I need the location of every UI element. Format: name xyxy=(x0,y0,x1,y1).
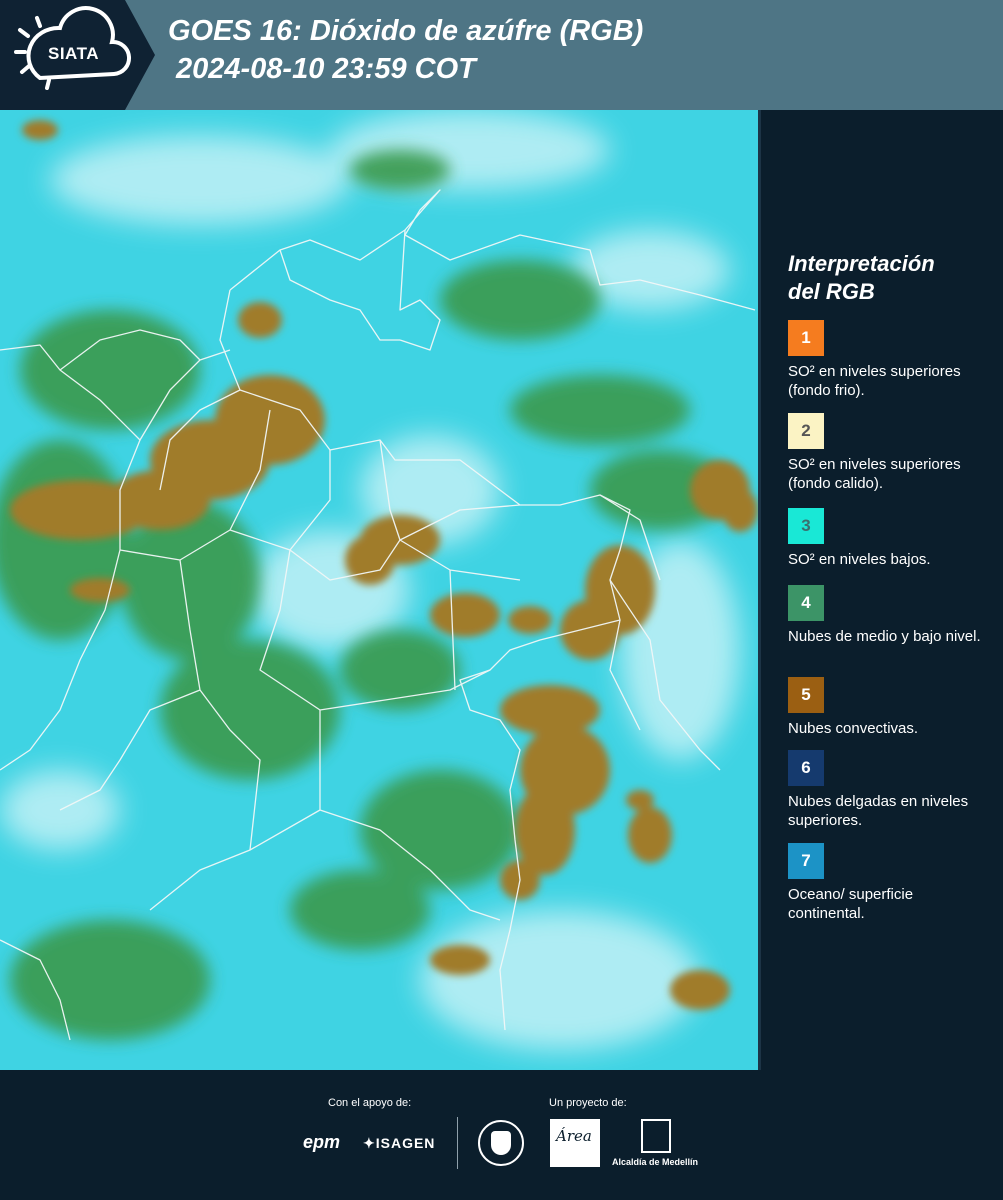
legend-swatch: 2 xyxy=(788,413,824,449)
legend-swatch: 1 xyxy=(788,320,824,356)
satellite-map[interactable] xyxy=(0,110,758,1070)
legend-swatch: 3 xyxy=(788,508,824,544)
legend-item-4: 4 Nubes de medio y bajo nivel. xyxy=(788,585,988,646)
alcaldia-crest-icon xyxy=(641,1119,671,1153)
legend-swatch: 4 xyxy=(788,585,824,621)
support-label: Con el apoyo de: xyxy=(328,1097,412,1109)
legend-swatch: 6 xyxy=(788,750,824,786)
isagen-icon: ✦ xyxy=(363,1135,376,1151)
legend-title-line-1: Interpretación xyxy=(788,251,935,276)
legend-description: SO² en niveles superiores (fondo calido)… xyxy=(788,456,961,492)
legend-description: SO² en niveles bajos. xyxy=(788,551,931,568)
legend-item-5: 5 Nubes convectivas. xyxy=(788,677,988,738)
area-logo-mark: Área xyxy=(556,1127,592,1145)
legend-item-7: 7 Oceano/ superficie continental. xyxy=(788,843,988,923)
legend-description: SO² en niveles superiores (fondo frio). xyxy=(788,363,961,399)
legend-swatch: 5 xyxy=(788,677,824,713)
epm-logo: epm xyxy=(303,1132,341,1152)
legend-description: Nubes de medio y bajo nivel. xyxy=(788,628,981,645)
header: SIATA GOES 16: Dióxido de azúfre (RGB) 2… xyxy=(0,0,1003,110)
legend-description: Nubes convectivas. xyxy=(788,720,919,737)
isagen-text: ISAGEN xyxy=(375,1135,436,1151)
legend-title: Interpretación del RGB xyxy=(788,250,995,306)
legend-title-line-2: del RGB xyxy=(788,279,875,304)
legend-item-3: 3 SO² en niveles bajos. xyxy=(788,508,988,569)
footer-separator xyxy=(457,1117,458,1169)
alcaldia-label: Alcaldía de Medellín xyxy=(612,1157,699,1167)
title-line-2: 2024-08-10 23:59 COT xyxy=(176,53,476,85)
legend: Interpretación del RGB xyxy=(780,250,995,322)
legend-item-2: 2 SO² en niveles superiores (fondo calido… xyxy=(788,413,988,493)
footer: Con el apoyo de: Un proyecto de: epm ✦IS… xyxy=(0,1070,1003,1200)
legend-item-6: 6 Nubes delgadas en niveles superiores. xyxy=(788,750,988,830)
isagen-logo: ✦ISAGEN xyxy=(363,1135,435,1152)
legend-item-1: 1 SO² en niveles superiores (fondo frio). xyxy=(788,320,988,400)
title-line-1: GOES 16: Dióxido de azúfre (RGB) xyxy=(168,15,644,47)
legend-description: Oceano/ superficie continental. xyxy=(788,886,914,922)
legend-swatch: 7 xyxy=(788,843,824,879)
rgb-satellite-image xyxy=(0,110,758,1070)
siata-logo: SIATA xyxy=(0,0,150,110)
shield-icon xyxy=(491,1131,511,1155)
project-label: Un proyecto de: xyxy=(549,1097,627,1109)
area-metropolitana-logo: Área xyxy=(550,1119,600,1167)
logo-text: SIATA xyxy=(48,44,99,63)
legend-description: Nubes delgadas en niveles superiores. xyxy=(788,793,969,829)
page-title: GOES 16: Dióxido de azúfre (RGB) 2024-08… xyxy=(168,12,643,88)
map-legend-divider xyxy=(758,110,761,1070)
medellin-seal-logo xyxy=(478,1120,524,1166)
